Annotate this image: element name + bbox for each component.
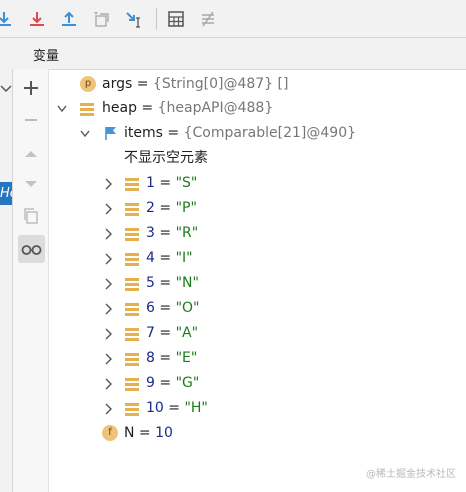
watermark: @稀土掘金技术社区 xyxy=(366,469,456,480)
trace-icon[interactable] xyxy=(198,9,218,29)
element-stack-icon xyxy=(125,402,139,416)
field-stack-icon xyxy=(80,102,94,116)
args-eq: = xyxy=(132,76,153,92)
chevron-down-icon[interactable] xyxy=(57,103,67,115)
step-over-icon[interactable] xyxy=(0,9,14,29)
element-eq: = xyxy=(154,250,176,266)
element-stack-icon xyxy=(125,252,139,266)
element-index: 9 xyxy=(146,375,155,391)
element-eq: = xyxy=(154,225,176,241)
chevron-right-icon[interactable] xyxy=(103,303,113,315)
items-value: {Comparable[21]@490} xyxy=(183,125,357,141)
args-name: args xyxy=(102,76,133,92)
field-badge-icon: f xyxy=(102,425,118,441)
frames-panel: He xyxy=(0,69,13,492)
run-to-cursor-icon[interactable] xyxy=(124,9,144,29)
element-eq: = xyxy=(163,400,185,416)
toolbar-separator xyxy=(156,8,157,30)
element-value: "P" xyxy=(175,200,197,216)
element-index: 7 xyxy=(146,325,155,341)
flag-icon xyxy=(105,127,116,140)
element-stack-icon xyxy=(125,327,139,341)
element-value: "O" xyxy=(175,300,200,316)
element-value: "S" xyxy=(175,175,198,191)
element-value: "N" xyxy=(175,275,199,291)
element-stack-icon xyxy=(125,352,139,366)
element-value: "R" xyxy=(175,225,199,241)
element-eq: = xyxy=(154,200,176,216)
chevron-right-icon[interactable] xyxy=(103,403,113,415)
element-stack-icon xyxy=(125,302,139,316)
evaluate-icon[interactable] xyxy=(166,9,186,29)
chevron-right-icon[interactable] xyxy=(103,328,113,340)
element-index: 3 xyxy=(146,225,155,241)
element-index: 4 xyxy=(146,250,155,266)
element-index: 10 xyxy=(146,400,164,416)
element-value: "A" xyxy=(175,325,199,341)
n-value: 10 xyxy=(155,425,173,441)
hide-empty-hint: 不显示空元素 xyxy=(124,150,208,166)
drop-frame-icon[interactable] xyxy=(92,9,112,29)
element-index: 2 xyxy=(146,200,155,216)
element-index: 8 xyxy=(146,350,155,366)
chevron-down-icon[interactable] xyxy=(0,81,12,97)
chevron-down-icon[interactable] xyxy=(80,128,90,140)
element-value: "I" xyxy=(175,250,193,266)
chevron-right-icon[interactable] xyxy=(103,278,113,290)
chevron-right-icon[interactable] xyxy=(103,203,113,215)
element-value: "G" xyxy=(175,375,200,391)
step-into-icon[interactable] xyxy=(27,9,47,29)
heap-eq: = xyxy=(136,100,158,116)
element-stack-icon xyxy=(125,277,139,291)
variables-tree: p args = {String[0]@487} [] heap = {heap… xyxy=(49,69,466,492)
selected-frame-label: He xyxy=(0,186,12,201)
chevron-right-icon[interactable] xyxy=(103,228,113,240)
element-stack-icon xyxy=(125,177,139,191)
glasses-button[interactable] xyxy=(18,235,45,263)
element-eq: = xyxy=(154,300,176,316)
chevron-right-icon[interactable] xyxy=(103,178,113,190)
chevron-right-icon[interactable] xyxy=(103,353,113,365)
heap-name: heap xyxy=(102,100,137,116)
element-eq: = xyxy=(154,325,176,341)
step-out-icon[interactable] xyxy=(59,9,79,29)
element-stack-icon xyxy=(125,227,139,241)
variables-gutter xyxy=(13,69,49,492)
element-eq: = xyxy=(154,175,176,191)
copy-icon[interactable] xyxy=(20,205,42,227)
items-eq: = xyxy=(162,125,184,141)
n-eq: = xyxy=(134,425,156,441)
chevron-right-icon[interactable] xyxy=(103,378,113,390)
args-value: {String[0]@487} [] xyxy=(152,76,289,92)
element-index: 5 xyxy=(146,275,155,291)
remove-watch-icon[interactable] xyxy=(20,109,42,131)
tab-variables[interactable]: 变量 xyxy=(33,45,59,64)
element-eq: = xyxy=(154,375,176,391)
debug-toolbar xyxy=(0,0,466,38)
selected-frame[interactable]: He xyxy=(0,182,12,205)
heap-value: {heapAPI@488} xyxy=(157,100,274,116)
element-stack-icon xyxy=(125,202,139,216)
element-stack-icon xyxy=(125,377,139,391)
element-eq: = xyxy=(154,350,176,366)
glasses-icon xyxy=(21,245,42,255)
tab-bar: 变量 xyxy=(0,38,466,70)
n-name: N xyxy=(124,425,135,441)
items-name: items xyxy=(124,125,163,141)
up-icon[interactable] xyxy=(20,143,42,165)
chevron-right-icon[interactable] xyxy=(103,253,113,265)
parameter-badge-icon: p xyxy=(80,76,96,92)
element-index: 6 xyxy=(146,300,155,316)
add-watch-icon[interactable] xyxy=(20,77,42,99)
element-value: "H" xyxy=(184,400,208,416)
element-index: 1 xyxy=(146,175,155,191)
element-eq: = xyxy=(154,275,176,291)
element-value: "E" xyxy=(175,350,198,366)
down-icon[interactable] xyxy=(20,173,42,195)
